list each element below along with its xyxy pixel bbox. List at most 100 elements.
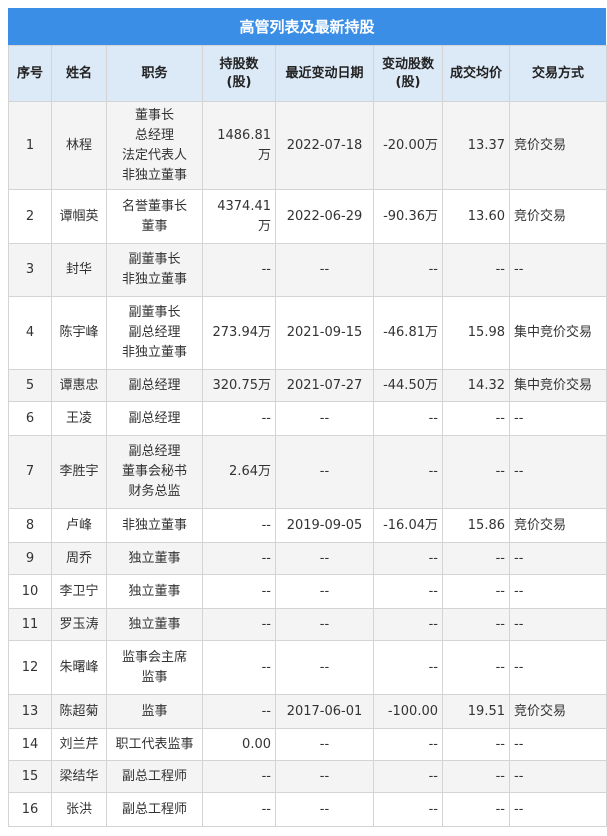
position-line: 监事 [141, 669, 168, 685]
cell-shares: 2.64万 [202, 435, 276, 509]
cell-change: -- [373, 401, 443, 436]
cell-shares: 273.94万 [202, 296, 276, 370]
cell-price: -- [442, 401, 510, 436]
cell-date: -- [275, 574, 374, 609]
cell-position: 董事长 总经理 法定代表人 非独立董事 [106, 101, 203, 190]
table-row: 11 罗玉涛 独立董事 -- -- -- -- -- [8, 608, 607, 641]
cell-position: 独立董事 [106, 608, 203, 641]
cell-change: -- [373, 542, 443, 575]
header-shares: 持股数 (股) [202, 45, 276, 102]
cell-shares: 1486.81万 [202, 101, 276, 190]
cell-name: 李卫宁 [51, 574, 107, 609]
header-change: 变动股数 (股) [373, 45, 443, 102]
cell-shares: -- [202, 243, 276, 297]
position-line: 职工代表监事 [115, 736, 194, 752]
cell-name: 谭帼英 [51, 189, 107, 244]
cell-method: -- [509, 608, 607, 641]
cell-position: 独立董事 [106, 542, 203, 575]
table-row: 14 刘兰芹 职工代表监事 0.00 -- -- -- -- [8, 728, 607, 761]
cell-change: -- [373, 760, 443, 793]
table-row: 10 李卫宁 独立董事 -- -- -- -- -- [8, 574, 607, 609]
position-line: 财务总监 [128, 484, 181, 499]
position-line: 副总经理 [128, 410, 181, 426]
position-line: 非独立董事 [121, 345, 187, 360]
executive-table: 序号 姓名 职务 持股数 (股) 最近变动日期 变动股数 (股) 成交均价 交易方式… [8, 45, 607, 827]
cell-price: -- [442, 728, 510, 761]
position-line: 监事会主席 [121, 649, 187, 665]
table-row: 1 林程 董事长 总经理 法定代表人 非独立董事 1486.81万 2022-07-18 -20… [8, 101, 607, 190]
cell-date: -- [275, 640, 374, 695]
cell-price: 13.60 [442, 189, 510, 244]
cell-price: 14.32 [442, 369, 510, 402]
cell-change: -- [373, 608, 443, 641]
cell-shares: -- [202, 608, 276, 641]
cell-method: -- [509, 542, 607, 575]
cell-date: 2019-09-05 [275, 508, 374, 543]
cell-method: -- [509, 792, 607, 827]
position-line: 法定代表人 [121, 147, 187, 163]
table-row: 12 朱曙峰 监事会主席 监事 -- -- -- -- -- [8, 640, 607, 695]
cell-name: 李胜宇 [51, 435, 107, 509]
cell-shares: -- [202, 760, 276, 793]
cell-no: 13 [8, 694, 52, 729]
cell-date: 2022-07-18 [275, 101, 374, 190]
cell-position: 独立董事 [106, 574, 203, 609]
position-line: 副董事长 [128, 252, 181, 267]
table-row: 7 李胜宇 副总经理 董事会秘书 财务总监 2.64万 -- -- -- -- [8, 435, 607, 509]
cell-no: 7 [8, 435, 52, 509]
cell-name: 罗玉涛 [51, 608, 107, 641]
cell-date: -- [275, 728, 374, 761]
table-row: 5 谭惠忠 副总经理 320.75万 2021-07-27 -44.50万 14.32 集中竞… [8, 369, 607, 402]
cell-position: 副董事长 副总经理 非独立董事 [106, 296, 203, 370]
position-line: 董事 [141, 218, 168, 234]
cell-no: 10 [8, 574, 52, 609]
cell-no: 3 [8, 243, 52, 297]
cell-position: 副总经理 [106, 401, 203, 436]
cell-shares: -- [202, 640, 276, 695]
cell-name: 林程 [51, 101, 107, 190]
table-row: 2 谭帼英 名誉董事长 董事 4374.41万 2022-06-29 -90.36万 13.6… [8, 189, 607, 244]
cell-price: -- [442, 435, 510, 509]
position-line: 副董事长 [128, 305, 181, 320]
cell-price: 13.37 [442, 101, 510, 190]
cell-date: -- [275, 542, 374, 575]
cell-method: -- [509, 728, 607, 761]
cell-method: -- [509, 760, 607, 793]
cell-no: 2 [8, 189, 52, 244]
cell-position: 副总经理 [106, 369, 203, 402]
cell-method: 集中竞价交易 [509, 296, 607, 370]
position-line: 非独立董事 [121, 272, 187, 287]
cell-change: -90.36万 [373, 189, 443, 244]
cell-no: 1 [8, 101, 52, 190]
header-name: 姓名 [51, 45, 107, 102]
header-date: 最近变动日期 [275, 45, 374, 102]
position-line: 独立董事 [128, 550, 181, 566]
cell-date: -- [275, 435, 374, 509]
cell-shares: 4374.41万 [202, 189, 276, 244]
table-row: 13 陈超菊 监事 -- 2017-06-01 -100.00 19.51 竞价交易 [8, 694, 607, 729]
cell-method: 集中竞价交易 [509, 369, 607, 402]
cell-change: -- [373, 574, 443, 609]
cell-change: -100.00 [373, 694, 443, 729]
position-line: 独立董事 [128, 616, 181, 632]
cell-method: 竞价交易 [509, 694, 607, 729]
cell-change: -- [373, 243, 443, 297]
cell-change: -46.81万 [373, 296, 443, 370]
cell-change: -16.04万 [373, 508, 443, 543]
table-row: 8 卢峰 非独立董事 -- 2019-09-05 -16.04万 15.86 竞价交易 [8, 508, 607, 543]
cell-shares: -- [202, 401, 276, 436]
cell-no: 4 [8, 296, 52, 370]
cell-price: -- [442, 243, 510, 297]
header-no: 序号 [8, 45, 52, 102]
cell-no: 8 [8, 508, 52, 543]
position-line: 副总经理 [128, 377, 181, 393]
cell-name: 卢峰 [51, 508, 107, 543]
header-price: 成交均价 [442, 45, 510, 102]
cell-shares: -- [202, 542, 276, 575]
position-line: 非独立董事 [121, 517, 187, 533]
cell-no: 11 [8, 608, 52, 641]
header-position: 职务 [106, 45, 203, 102]
cell-date: 2021-07-27 [275, 369, 374, 402]
header-row: 序号 姓名 职务 持股数 (股) 最近变动日期 变动股数 (股) 成交均价 交易方式 [8, 45, 607, 102]
cell-method: 竞价交易 [509, 189, 607, 244]
